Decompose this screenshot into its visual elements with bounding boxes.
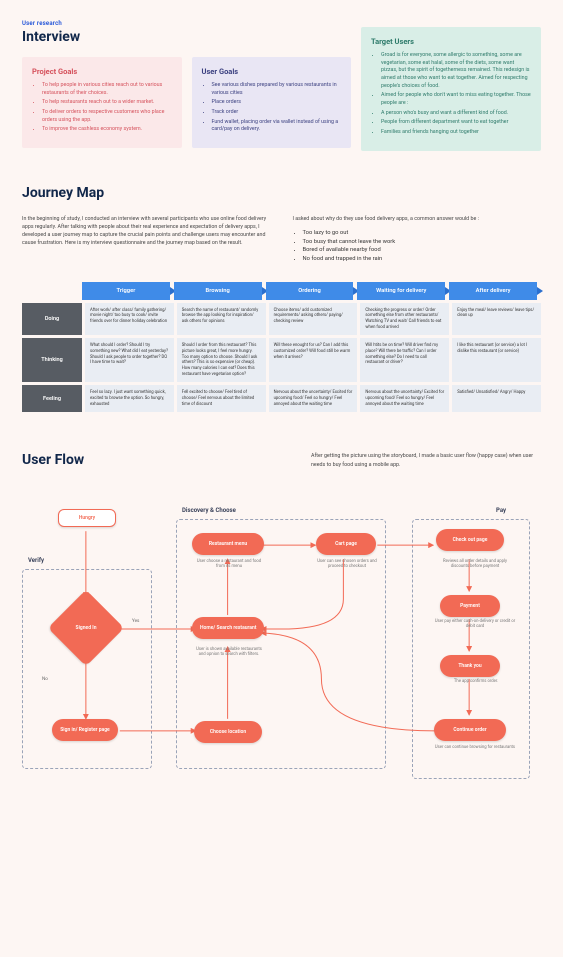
journey-cell: What should I order? Should I try someth…	[85, 338, 174, 382]
target-user-item: A person who's busy and want a different…	[381, 110, 531, 118]
node-choose-location: Choose location	[194, 721, 262, 743]
journey-map-table: Trigger Browsing Ordering Waiting for de…	[22, 282, 541, 413]
sub-continue: User can continue browsing for restauran…	[434, 745, 516, 750]
sub-cart: User can see chosen orders and proceed t…	[312, 559, 382, 570]
node-thankyou: Thank you	[440, 655, 500, 677]
journey-stage: Trigger	[82, 282, 170, 300]
journey-intro-right-lead: I asked about why do they use food deliv…	[293, 215, 542, 223]
node-home-search: Home/ Search restaurant	[192, 617, 264, 639]
journey-stage: After delivery	[449, 282, 537, 300]
project-goals-title: Project Goals	[32, 67, 172, 76]
journey-intro-left: In the beginning of study, I conducted a…	[22, 215, 271, 248]
sub-payment: User pay either cash-on-delivery or cred…	[434, 619, 516, 630]
page-subtitle: User research	[22, 20, 541, 27]
journey-cell: Fell excited to choose/ Feel tired of ch…	[177, 385, 266, 412]
node-restaurant-menu: Restaurant menu	[192, 533, 264, 555]
project-goal-item: To help restaurants reach out to a wider…	[42, 99, 172, 107]
journey-cell: Search the name of restaurant/ randomly …	[177, 303, 266, 336]
journey-map-title: Journey Map	[22, 185, 541, 201]
target-user-item: People from different department want to…	[381, 119, 531, 127]
user-goal-item: Place orders	[212, 99, 342, 107]
target-users-card: Target Users Groad is for everyone, some…	[361, 27, 541, 151]
journey-intro-reason: Too busy that cannot leave the work	[303, 238, 542, 247]
node-payment: Payment	[440, 595, 500, 617]
user-flow-diagram: Verify Discovery & Choose Pay	[22, 479, 541, 789]
node-checkout: Check out page	[436, 529, 504, 551]
journey-cell: I like this restaurant (or service) a lo…	[452, 338, 541, 382]
journey-cell: Feel so lazy. I just want something quic…	[85, 385, 174, 412]
journey-cell: Choose items/ add customized requirement…	[269, 303, 358, 336]
node-signin-register: Sign in/ Register page	[52, 719, 118, 741]
user-goals-title: User Goals	[202, 67, 342, 76]
project-goal-item: To deliver orders to respective customer…	[42, 109, 172, 124]
journey-row-label: Thinking	[22, 338, 82, 382]
journey-row-label: Feeling	[22, 385, 82, 412]
target-user-item: Aimed for people who don't want to miss …	[381, 92, 531, 107]
project-goals-card: Project Goals To help people in various …	[22, 57, 182, 148]
journey-row-label: Doing	[22, 303, 82, 336]
target-user-item: Groad is for everyone, some allergic to …	[381, 52, 531, 90]
journey-cell: Enjoy the meal/ leave reviews/ leave tip…	[452, 303, 541, 336]
goals-row: Project Goals To help people in various …	[22, 57, 541, 151]
user-goal-item: Track order	[212, 109, 342, 117]
journey-cell: Will htits be on time? Will driver find …	[360, 338, 449, 382]
user-goals-card: User Goals See various dishes prepared b…	[192, 57, 352, 148]
project-goal-item: To improve the cashless economy system.	[42, 126, 172, 134]
journey-cell: Satisfied/ Unsatisfied/ Angry/ Happy	[452, 385, 541, 412]
user-goal-item: See various dishes prepared by various r…	[212, 82, 342, 97]
node-hungry: Hungry	[58, 509, 116, 527]
sub-restaurant-menu: User choose a restaurant and food from i…	[194, 559, 264, 570]
node-signed-in-label: Signed In	[76, 625, 97, 631]
journey-cell: Nervous about the uncertainty/ Excited f…	[269, 385, 358, 412]
journey-map-intro: In the beginning of study, I conducted a…	[22, 215, 541, 264]
journey-cell: Should I order from this restaurant? Thi…	[177, 338, 266, 382]
journey-stage: Browsing	[174, 282, 262, 300]
target-user-item: Families and friends hanging out togethe…	[381, 129, 531, 137]
node-continue: Continue order	[434, 719, 506, 741]
target-users-title: Target Users	[371, 37, 531, 46]
journey-intro-reason: No food and trapped in the rain	[303, 255, 542, 264]
journey-intro-reason: Too lazy to go out	[303, 229, 542, 238]
edge-yes: Yes	[132, 619, 139, 624]
sub-thankyou: The app confirms order.	[436, 679, 516, 684]
edge-no: No	[42, 677, 48, 682]
node-cart: Cart page	[316, 533, 376, 555]
user-flow-title: User Flow	[22, 452, 84, 468]
sub-home-search: User is shown available restaurants and …	[194, 647, 264, 658]
sub-checkout: Reviews all order details and apply disc…	[434, 559, 516, 570]
user-goal-item: Fund wallet, placing order via wallet in…	[212, 119, 342, 134]
journey-cell: After work/ after class/ family gatherin…	[85, 303, 174, 336]
journey-stage: Waiting for delivery	[357, 282, 445, 300]
journey-cell: Checking the progress or order/ Order so…	[360, 303, 449, 336]
journey-stage: Ordering	[266, 282, 354, 300]
journey-cell: Will these enought for us? Can I add thi…	[269, 338, 358, 382]
project-goal-item: To help people in various cities reach o…	[42, 82, 172, 97]
journey-cell: Nervous about the uncertainty/ Excited f…	[360, 385, 449, 412]
user-flow-intro: After getting the picture using the stor…	[311, 452, 541, 468]
journey-intro-reason: Bored of available nearby food	[303, 246, 542, 255]
